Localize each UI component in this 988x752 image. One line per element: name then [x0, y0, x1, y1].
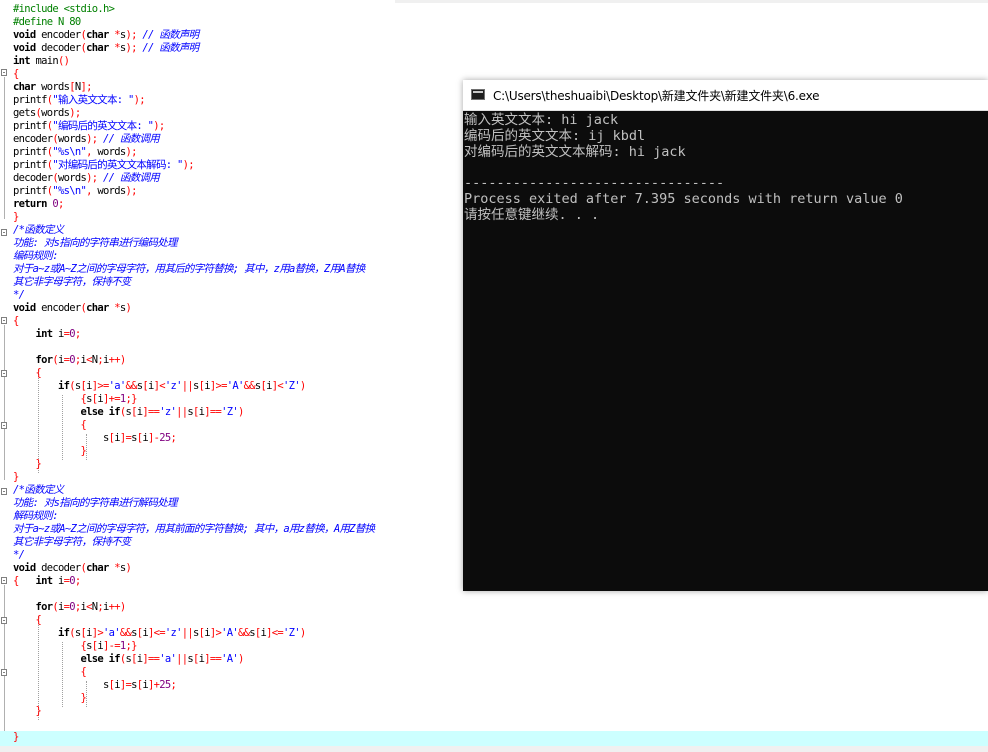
fold-marker-encoder[interactable]	[1, 317, 7, 324]
code-line[interactable]: /*函数定义	[13, 484, 374, 497]
code-line[interactable]: return 0;	[13, 198, 374, 211]
code-line[interactable]: */	[13, 289, 374, 302]
code-line[interactable]: void decoder(char *s)	[13, 562, 374, 575]
code-line[interactable]: #define N 80	[13, 16, 374, 29]
console-line: 对编码后的英文文本解码: hi jack	[464, 143, 686, 160]
code-line[interactable]: 对于a~z或A~Z之间的字母字符，用其后的字符替换; 其中，z用a替换，Z用A替…	[13, 263, 374, 276]
console-line: 编码后的英文文本: ij kbdl	[464, 127, 646, 144]
code-line[interactable]: {s[i]-=1;}	[13, 640, 374, 653]
fold-marker-else[interactable]	[1, 422, 7, 429]
code-line[interactable]: {	[13, 666, 374, 679]
code-line[interactable]: encoder(words); // 函数调用	[13, 133, 374, 146]
code-line[interactable]: void encoder(char *s); // 函数声明	[13, 29, 374, 42]
fold-marker-comment[interactable]	[1, 488, 7, 495]
code-line[interactable]: gets(words);	[13, 107, 374, 120]
code-line[interactable]: }	[13, 445, 374, 458]
code-line[interactable]: { int i=0;	[13, 575, 374, 588]
code-line[interactable]: }	[13, 692, 374, 705]
code-line[interactable]: char words[N];	[13, 81, 374, 94]
code-line[interactable]: void decoder(char *s); // 函数声明	[13, 42, 374, 55]
fold-gutter	[0, 0, 8, 752]
fold-marker-else[interactable]	[1, 669, 7, 676]
code-line[interactable]: for(i=0;i<N;i++)	[13, 354, 374, 367]
code-line[interactable]: */	[13, 549, 374, 562]
code-line[interactable]: 功能: 对s指向的字符串进行编码处理	[13, 237, 374, 250]
console-title: C:\Users\theshuaibi\Desktop\新建文件夹\新建文件夹\…	[493, 89, 820, 103]
code-line[interactable]: printf("%s\n", words);	[13, 185, 374, 198]
code-line[interactable]: {	[13, 367, 374, 380]
code-line[interactable]	[13, 588, 374, 601]
code-line[interactable]: #include <stdio.h>	[13, 3, 374, 16]
code-line[interactable]: 其它非字母字符，保持不变	[13, 276, 374, 289]
code-line[interactable]: 其它非字母字符，保持不变	[13, 536, 374, 549]
code-line[interactable]: printf("输入英文文本: ");	[13, 94, 374, 107]
console-titlebar[interactable]: C:\Users\theshuaibi\Desktop\新建文件夹\新建文件夹\…	[463, 80, 988, 111]
console-app-icon	[471, 89, 485, 100]
fold-marker-for[interactable]	[1, 617, 7, 624]
fold-line	[4, 585, 5, 740]
code-line[interactable]: if(s[i]>='a'&&s[i]<'z'||s[i]>='A'&&s[i]<…	[13, 380, 374, 393]
code-line[interactable]: }	[13, 705, 374, 718]
fold-marker-main[interactable]	[1, 69, 7, 76]
editor-background	[395, 0, 988, 3]
console-line: 请按任意键继续. . .	[464, 206, 600, 223]
code-line[interactable]: s[i]=s[i]+25;	[13, 679, 374, 692]
code-line[interactable]: }	[13, 471, 374, 484]
code-line[interactable]	[13, 718, 374, 731]
code-line[interactable]: {	[13, 315, 374, 328]
code-line[interactable]: {s[i]+=1;}	[13, 393, 374, 406]
fold-marker-for[interactable]	[1, 370, 7, 377]
fold-line	[4, 77, 5, 219]
console-line: Process exited after 7.395 seconds with …	[464, 190, 903, 207]
fold-line	[4, 325, 5, 480]
code-line[interactable]: }	[13, 458, 374, 471]
code-line[interactable]: decoder(words); // 函数调用	[13, 172, 374, 185]
code-line[interactable]: }	[13, 211, 374, 224]
fold-marker-decoder[interactable]	[1, 577, 7, 584]
code-line[interactable]: 对于a~z或A~Z之间的字母字符，用其前面的字符替换; 其中，a用z替换，A用Z…	[13, 523, 375, 536]
code-line[interactable]: else if(s[i]=='z'||s[i]=='Z')	[13, 406, 374, 419]
code-line[interactable]: else if(s[i]=='a'||s[i]=='A')	[13, 653, 374, 666]
code-line[interactable]: /*函数定义	[13, 224, 374, 237]
code-line[interactable]: {	[13, 614, 374, 627]
code-line[interactable]: 解码规则:	[13, 510, 374, 523]
code-line[interactable]: 功能: 对s指向的字符串进行解码处理	[13, 497, 374, 510]
code-line[interactable]: printf("编码后的英文文本: ");	[13, 120, 374, 133]
code-line[interactable]: s[i]=s[i]-25;	[13, 432, 374, 445]
code-line[interactable]: void encoder(char *s)	[13, 302, 374, 315]
code-line[interactable]: printf("%s\n", words);	[13, 146, 374, 159]
code-line[interactable]: printf("对编码后的英文文本解码: ");	[13, 159, 374, 172]
code-line[interactable]: 编码规则:	[13, 250, 374, 263]
horizontal-scrollbar[interactable]	[0, 746, 988, 752]
code-line[interactable]: int i=0;	[13, 328, 374, 341]
code-line[interactable]: if(s[i]>'a'&&s[i]<='z'||s[i]>'A'&&s[i]<=…	[13, 627, 374, 640]
code-line[interactable]: }	[13, 731, 374, 744]
console-line: 输入英文文本: hi jack	[464, 112, 619, 128]
code-line[interactable]: {	[13, 419, 374, 432]
code-line[interactable]	[13, 341, 374, 354]
fold-marker-comment[interactable]	[1, 229, 7, 236]
console-output[interactable]: 输入英文文本: hi jack 编码后的英文文本: ij kbdl 对编码后的英文文…	[464, 112, 903, 224]
console-window[interactable]: C:\Users\theshuaibi\Desktop\新建文件夹\新建文件夹\…	[463, 80, 988, 591]
code-line[interactable]: int main()	[13, 55, 374, 68]
console-line: --------------------------------	[464, 175, 725, 192]
code-text[interactable]: #include <stdio.h> #define N 80 void encod…	[13, 3, 375, 744]
code-line[interactable]: {	[13, 68, 374, 81]
code-line[interactable]: for(i=0;i<N;i++)	[13, 601, 374, 614]
